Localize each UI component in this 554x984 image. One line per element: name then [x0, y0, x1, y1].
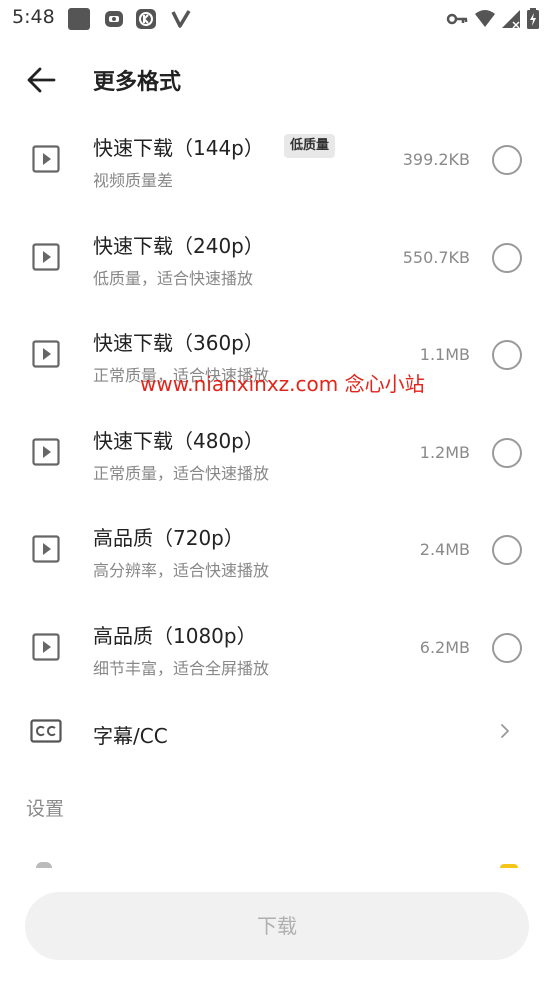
notification-icon	[105, 11, 123, 27]
format-radio[interactable]	[492, 340, 522, 370]
status-time: 5:48	[12, 6, 55, 28]
app-header: 更多格式	[0, 52, 554, 108]
cc-icon	[30, 719, 62, 743]
subtitles-cc-row[interactable]: 字幕/CC	[0, 696, 554, 770]
format-row-1080p[interactable]: 高品质（1080p） 细节丰富，适合全屏播放 6.2MB	[0, 600, 554, 698]
page-title: 更多格式	[93, 70, 182, 95]
key-icon	[446, 13, 468, 25]
settings-section-title: 设置	[26, 798, 65, 820]
download-button[interactable]: 下载	[25, 892, 529, 960]
format-radio[interactable]	[492, 242, 522, 273]
format-size: 6.2MB	[419, 637, 470, 657]
subtitles-cc-label: 字幕/CC	[93, 724, 168, 748]
status-bar: 5:48	[0, 0, 554, 40]
format-radio[interactable]	[492, 145, 522, 175]
format-radio[interactable]	[492, 437, 522, 468]
signal-icon	[502, 10, 520, 29]
wifi-icon	[475, 10, 495, 27]
video-play-icon	[32, 242, 60, 271]
app-square-icon	[68, 8, 90, 30]
format-row-144p[interactable]: 快速下载（144p） 低质量 视频质量差 399.2KB	[0, 112, 554, 210]
video-play-icon	[32, 535, 60, 563]
format-row-720p[interactable]: 高品质（720p） 高分辨率，适合快速播放 2.4MB	[0, 502, 554, 600]
chevron-right-icon	[501, 724, 509, 738]
video-play-icon	[32, 145, 60, 173]
v-app-icon	[171, 10, 191, 28]
format-title: 快速下载（240p）	[93, 233, 264, 258]
format-title: 快速下载（360p）	[93, 331, 264, 355]
battery-charging-icon	[527, 8, 539, 29]
format-row-240p[interactable]: 快速下载（240p） 低质量，适合快速播放 550.7KB	[0, 210, 554, 308]
format-subtitle: 正常质量，适合快速播放	[93, 463, 270, 483]
format-size: 2.4MB	[419, 540, 470, 559]
format-title: 快速下载（144p）	[93, 136, 264, 160]
low-quality-badge: 低质量	[284, 134, 336, 158]
format-list: 快速下载（144p） 低质量 视频质量差 399.2KB 快速下载（240p） …	[0, 112, 554, 697]
format-size: 399.2KB	[402, 150, 470, 169]
format-subtitle: 视频质量差	[93, 171, 174, 190]
format-size: 550.7KB	[402, 247, 470, 267]
format-radio[interactable]	[492, 535, 522, 565]
format-title: 高品质（720p）	[93, 526, 244, 550]
format-size: 1.2MB	[419, 442, 470, 462]
tiktok-icon	[136, 9, 156, 29]
format-subtitle: 细节丰富，适合全屏播放	[93, 658, 270, 678]
watermark: www.nianxinxz.com 念心小站	[140, 372, 425, 396]
screen: 5:48 更多格式 快速下载（144p） 低质量 视频质量差 399.2KB 快…	[0, 0, 554, 984]
format-title: 高品质（1080p）	[93, 623, 257, 648]
format-row-480p[interactable]: 快速下载（480p） 正常质量，适合快速播放 1.2MB	[0, 405, 554, 503]
format-radio[interactable]	[492, 632, 522, 663]
settings-item-icon	[36, 862, 52, 868]
video-play-icon	[32, 340, 60, 368]
video-play-icon	[32, 437, 60, 466]
video-play-icon	[32, 632, 60, 661]
format-subtitle: 高分辨率，适合快速播放	[93, 561, 270, 580]
format-title: 快速下载（480p）	[93, 428, 264, 453]
format-subtitle: 低质量，适合快速播放	[93, 268, 254, 288]
format-size: 1.1MB	[419, 345, 470, 364]
settings-toggle-icon	[500, 864, 518, 868]
arrow-left-icon[interactable]	[24, 62, 60, 98]
